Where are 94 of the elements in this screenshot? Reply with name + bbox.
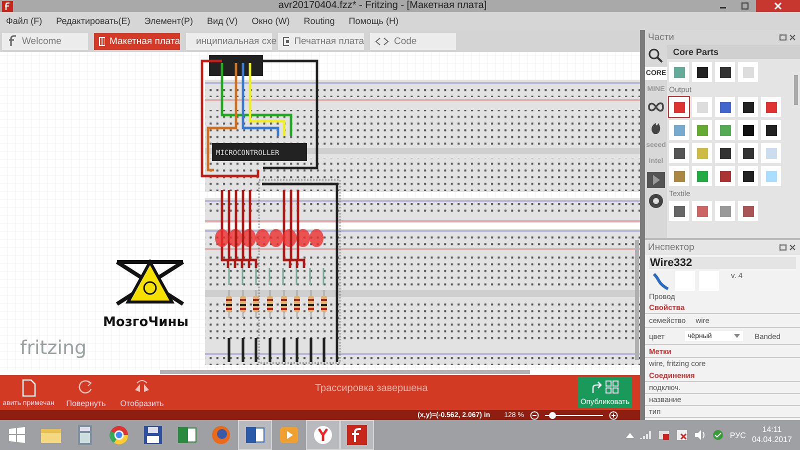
note-icon [20,378,36,396]
part-thumbnail[interactable] [761,120,781,140]
menu-item[interactable]: Редактировать(E) [56,16,130,26]
part-thumbnail[interactable] [761,97,781,117]
share-icon [591,380,619,394]
close-button[interactable] [756,0,800,12]
firefox-icon [211,425,231,445]
sync-icon [712,429,724,441]
part-thumbnail[interactable] [692,143,712,163]
tab[interactable]: Welcome [2,32,88,50]
status-message: Трассировка завершена [315,383,428,394]
part-thumbnail[interactable] [738,97,758,117]
part-thumbnail[interactable] [692,62,712,82]
scrollbar[interactable] [794,75,798,105]
menu-item[interactable]: Элемент(P) [144,16,194,26]
part-thumbnail[interactable] [692,166,712,186]
scrollbar[interactable] [160,370,530,374]
signal-icon [640,430,652,440]
document-icon [245,426,265,444]
taskbar-app[interactable] [238,420,272,450]
search-icon[interactable] [647,47,665,63]
part-thumbnail[interactable] [715,201,735,221]
part-thumbnail[interactable] [669,97,689,117]
part-thumbnail[interactable] [761,143,781,163]
part-name: Wire332 [649,257,796,269]
zoom-out-icon[interactable] [530,410,539,420]
app-icon [2,0,13,12]
infinity-icon[interactable] [647,100,665,114]
caret-icon [734,334,740,338]
panel-title: Части [648,32,674,43]
part-thumbnail[interactable] [738,143,758,163]
circle-logo-icon[interactable] [648,193,664,209]
logo-text: МозгоЧины [103,315,188,330]
part-thumbnail[interactable] [761,166,781,186]
part-thumbnail[interactable] [715,120,735,140]
panel-controls-icon[interactable] [779,244,797,252]
chrome-icon [109,425,129,445]
tab[interactable]: Макетная плата [94,32,180,50]
part-thumbnail[interactable] [738,62,758,82]
speaker-icon [694,429,706,441]
taskbar-app[interactable] [306,420,340,450]
calculator-icon [78,425,92,445]
panel-title: Инспектор [648,242,694,253]
browser-icon [313,425,333,445]
brand-text: fritzing [20,337,87,359]
part-thumbnail[interactable] [669,201,689,221]
toolbar-button[interactable]: Повернуть [60,378,112,408]
flag-icon [676,429,688,441]
part-thumbnail[interactable] [692,120,712,140]
breadboard-icon [99,36,104,46]
fritzing-icon [7,35,17,47]
taskbar-app[interactable] [340,420,374,450]
bin-title: Core Parts [667,45,800,59]
part-thumbnail[interactable] [715,62,735,82]
toolbar-button[interactable]: Отобразить [116,378,168,408]
part-thumbnail[interactable] [692,97,712,117]
panel-controls-icon[interactable] [779,34,797,42]
media-player-icon [279,426,299,444]
part-thumbnail[interactable] [715,97,735,117]
spreadsheet-icon [177,426,197,444]
caret-icon[interactable] [626,432,634,438]
app-icon [347,425,367,445]
logo-drawing [115,258,185,306]
tab[interactable]: Code [370,32,456,50]
part-thumbnail[interactable] [738,120,758,140]
tab[interactable]: Печатная плата [278,32,364,50]
play-icon[interactable] [647,172,665,188]
part-thumbnail[interactable] [738,201,758,221]
menu-item[interactable]: Файл (F) [6,16,42,26]
windows-icon [8,426,26,444]
menu-item[interactable]: Помощь (H) [348,16,398,26]
clock-time: 14:11 [762,425,782,435]
menu-item[interactable]: Routing [304,16,335,26]
wire-icon [651,271,671,291]
folder-icon [40,426,62,444]
zoom-in-icon[interactable] [609,410,618,420]
pcb-icon [283,36,290,46]
clock-date: 04.04.2017 [752,435,792,445]
scrollbar[interactable] [635,240,639,360]
part-thumbnail[interactable] [715,166,735,186]
part-thumbnail[interactable] [669,143,689,163]
network-icon [658,429,670,441]
part-thumbnail[interactable] [669,62,689,82]
part-thumbnail[interactable] [738,166,758,186]
slider-handle[interactable] [548,412,556,418]
part-thumbnail[interactable] [692,201,712,221]
window-title: avr20170404.fzz* - Fritzing - [Макетная плата] [277,0,488,12]
menu-item[interactable]: Вид (V) [207,16,238,26]
part-thumbnail[interactable] [669,120,689,140]
language-indicator[interactable]: РУС [730,430,746,440]
part-thumbnail[interactable] [669,166,689,186]
part-thumbnail[interactable] [715,143,735,163]
menu-item[interactable]: Окно (W) [252,16,290,26]
code-icon [375,36,389,46]
